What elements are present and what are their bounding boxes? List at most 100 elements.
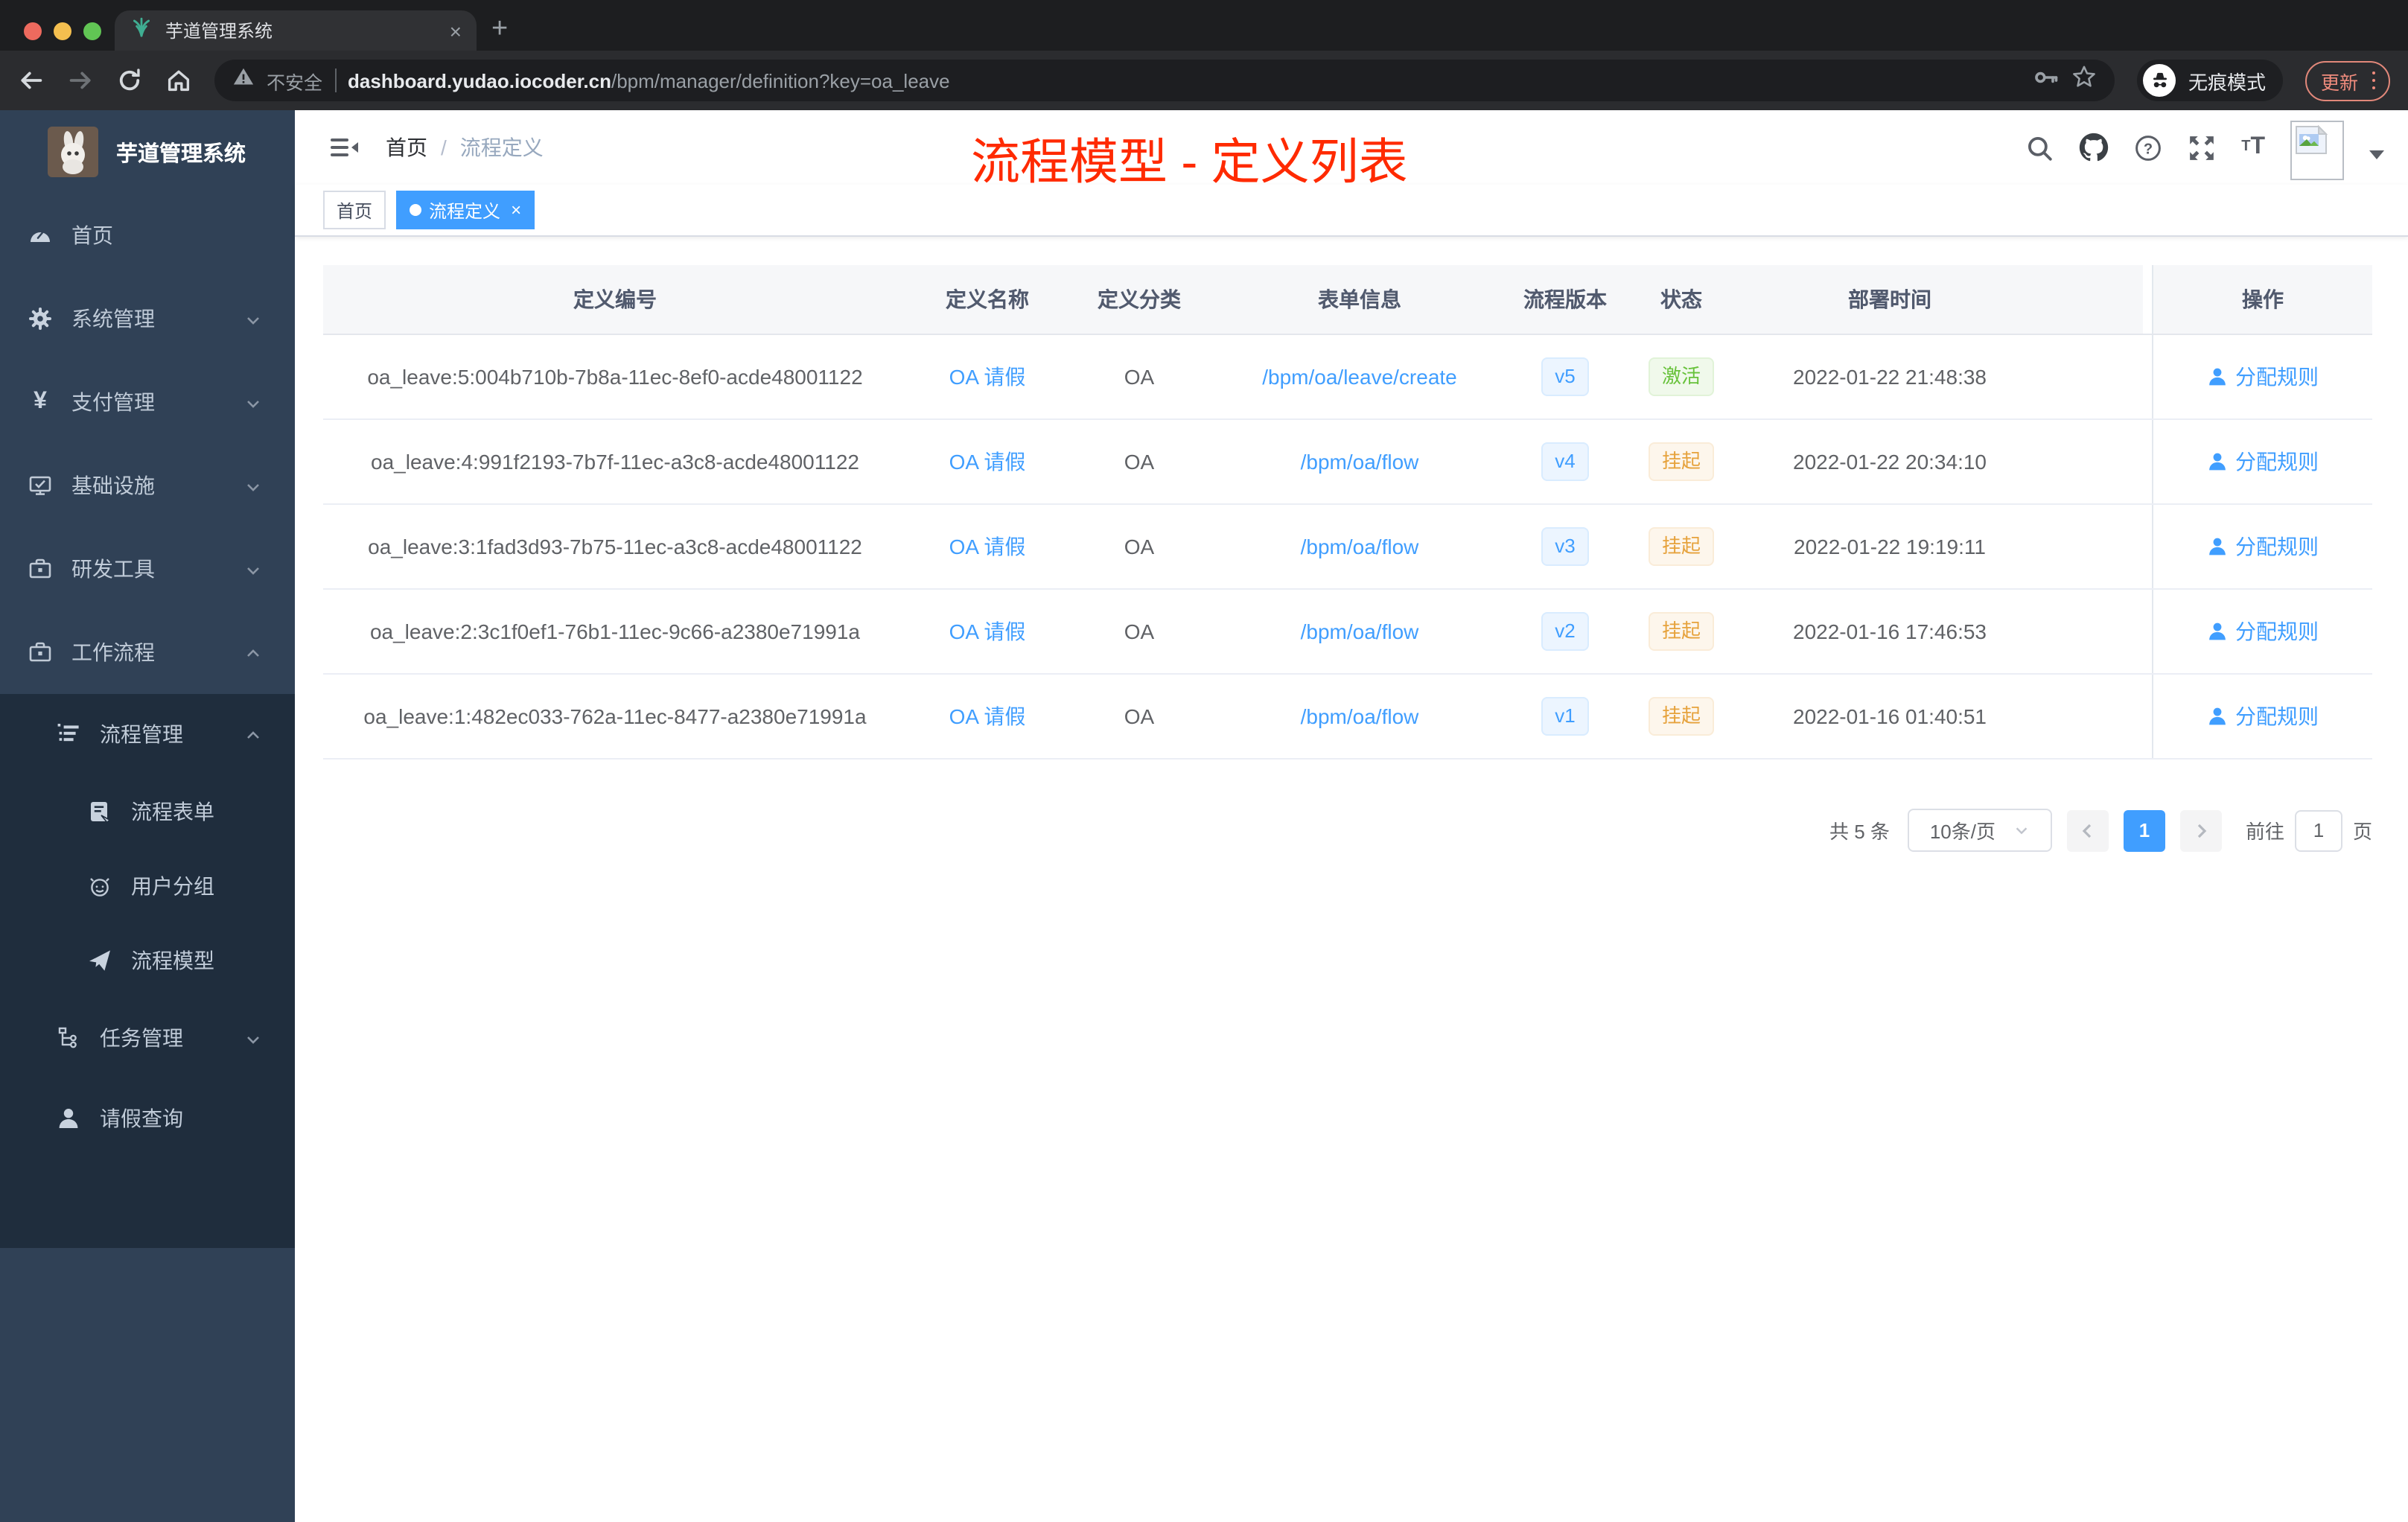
chevron-up-icon: [244, 643, 262, 667]
table-row: oa_leave:3:1fad3d93-7b75-11ec-a3c8-acde4…: [323, 505, 2372, 590]
sidebar-item-task-management[interactable]: 任务管理: [0, 998, 295, 1078]
definition-name-link[interactable]: OA 请假: [949, 617, 1026, 646]
browser-toolbar: 不安全 dashboard.yudao.iocoder.cn/bpm/manag…: [0, 51, 2408, 110]
form-link[interactable]: /bpm/oa/leave/create: [1262, 365, 1457, 389]
status-badge: 挂起: [1648, 442, 1714, 481]
tag-close-icon[interactable]: ×: [511, 201, 521, 219]
definition-name-link[interactable]: OA 请假: [949, 701, 1026, 731]
chevron-down-icon: [244, 310, 262, 334]
sidebar-logo[interactable]: 芋道管理系统: [0, 110, 295, 194]
favicon-plant-icon: [130, 15, 153, 46]
assign-rule-button[interactable]: 分配规则: [2207, 447, 2319, 477]
table-row: oa_leave:1:482ec033-762a-11ec-8477-a2380…: [323, 675, 2372, 760]
definition-name-link[interactable]: OA 请假: [949, 447, 1026, 477]
form-link[interactable]: /bpm/oa/flow: [1301, 535, 1419, 558]
status-badge: 挂起: [1648, 527, 1714, 566]
bookmark-star-icon[interactable]: [2072, 64, 2098, 97]
goto-label: 前往: [2245, 821, 2284, 843]
version-badge: v3: [1541, 527, 1589, 566]
sidebar-item-process-model[interactable]: 流程模型: [0, 923, 295, 998]
status-badge: 激活: [1648, 357, 1714, 396]
fullscreen-icon[interactable]: [2188, 133, 2216, 162]
sidebar-item-payment[interactable]: ¥ 支付管理: [0, 360, 295, 444]
assign-rule-button[interactable]: 分配规则: [2207, 617, 2319, 646]
prev-page-button[interactable]: [2066, 809, 2109, 851]
page-content: 定义编号 定义名称 定义分类 表单信息 流程版本 状态 部署时间 操作 oa_l…: [295, 237, 2408, 852]
sidebar-item-system[interactable]: 系统管理: [0, 277, 295, 360]
password-key-icon[interactable]: [2033, 63, 2060, 98]
warning-icon: [232, 66, 255, 95]
table-header-row: 定义编号 定义名称 定义分类 表单信息 流程版本 状态 部署时间 操作: [323, 265, 2372, 335]
assign-rule-button[interactable]: 分配规则: [2207, 701, 2319, 731]
page-unit-label: 页: [2352, 821, 2372, 843]
chevron-down-icon: [244, 560, 262, 584]
forward-icon[interactable]: [67, 67, 94, 94]
new-tab-button[interactable]: +: [491, 12, 508, 48]
tag-home[interactable]: 首页: [323, 191, 386, 229]
person-icon: [57, 1107, 80, 1130]
col-header-actions: 操作: [2152, 265, 2372, 334]
font-size-icon[interactable]: TT: [2241, 135, 2265, 159]
person-icon: [2209, 453, 2226, 471]
help-icon[interactable]: ?: [2134, 133, 2162, 162]
sidebar-item-leave-query[interactable]: 请假查询: [0, 1078, 295, 1159]
github-icon[interactable]: [2079, 133, 2109, 162]
reload-icon[interactable]: [116, 67, 143, 94]
next-page-button[interactable]: [2179, 809, 2222, 851]
chevron-down-icon: [244, 393, 262, 417]
col-header-version: 流程版本: [1509, 265, 1622, 334]
sidebar-item-user-group[interactable]: 用户分组: [0, 849, 295, 923]
sidebar-item-infrastructure[interactable]: 基础设施: [0, 444, 295, 527]
sidebar-item-home[interactable]: 首页: [0, 194, 295, 277]
cell-category: OA: [1124, 620, 1155, 643]
form-link[interactable]: /bpm/oa/flow: [1301, 704, 1419, 728]
cell-deploy-time: 2022-01-22 20:34:10: [1793, 450, 1987, 474]
search-icon[interactable]: [2025, 133, 2054, 162]
window-controls[interactable]: [24, 22, 101, 40]
home-icon[interactable]: [165, 67, 192, 94]
browser-menu-update-button[interactable]: 更新: [2305, 60, 2390, 101]
tab-close-icon[interactable]: ×: [450, 20, 462, 41]
sidebar-item-process-management[interactable]: 流程管理: [0, 694, 295, 774]
user-avatar[interactable]: [2290, 121, 2344, 180]
page-number-active[interactable]: 1: [2123, 809, 2165, 851]
definition-name-link[interactable]: OA 请假: [949, 362, 1026, 392]
url-bar[interactable]: 不安全 dashboard.yudao.iocoder.cn/bpm/manag…: [214, 60, 2115, 101]
close-window-button[interactable]: [24, 22, 42, 40]
update-label[interactable]: 更新: [2321, 66, 2358, 95]
chevron-left-icon: [2082, 823, 2092, 838]
goto-page-input[interactable]: [2294, 809, 2342, 851]
incognito-chip: 无痕模式: [2137, 60, 2284, 101]
status-badge: 挂起: [1648, 697, 1714, 736]
document-edit-icon: [88, 800, 112, 824]
definition-name-link[interactable]: OA 请假: [949, 532, 1026, 561]
page-size-select[interactable]: 10条/页: [1907, 809, 2052, 852]
form-link[interactable]: /bpm/oa/flow: [1301, 450, 1419, 474]
breadcrumb: 首页 / 流程定义: [386, 133, 544, 162]
sidebar-item-workflow[interactable]: 工作流程: [0, 611, 295, 694]
assign-rule-button[interactable]: 分配规则: [2207, 532, 2319, 561]
tag-process-definition[interactable]: 流程定义 ×: [396, 191, 535, 229]
breadcrumb-home[interactable]: 首页: [386, 133, 427, 162]
minimize-window-button[interactable]: [54, 22, 71, 40]
security-label[interactable]: 不安全: [267, 66, 322, 95]
app-title: 芋道管理系统: [116, 142, 246, 166]
svg-text:?: ?: [2144, 141, 2153, 157]
sidebar-item-process-form[interactable]: 流程表单: [0, 774, 295, 849]
chevron-down-icon: [244, 1029, 262, 1053]
hamburger-icon[interactable]: [329, 133, 359, 162]
cell-definition-id: oa_leave:4:991f2193-7b7f-11ec-a3c8-acde4…: [371, 450, 859, 474]
assign-rule-button[interactable]: 分配规则: [2207, 362, 2319, 392]
gear-icon: [28, 307, 52, 331]
avatar-caret-icon[interactable]: [2369, 150, 2384, 159]
sidebar-item-dev-tools[interactable]: 研发工具: [0, 527, 295, 611]
back-icon[interactable]: [18, 67, 45, 94]
kebab-menu-icon[interactable]: [2372, 71, 2375, 90]
zoom-window-button[interactable]: [83, 22, 101, 40]
table-row: oa_leave:4:991f2193-7b7f-11ec-a3c8-acde4…: [323, 420, 2372, 505]
form-link[interactable]: /bpm/oa/flow: [1301, 620, 1419, 643]
browser-tab[interactable]: 芋道管理系统 ×: [115, 10, 477, 51]
cell-deploy-time: 2022-01-22 19:19:11: [1794, 535, 1986, 558]
table-row: oa_leave:5:004b710b-7b8a-11ec-8ef0-acde4…: [323, 335, 2372, 420]
cell-definition-id: oa_leave:3:1fad3d93-7b75-11ec-a3c8-acde4…: [368, 535, 862, 558]
